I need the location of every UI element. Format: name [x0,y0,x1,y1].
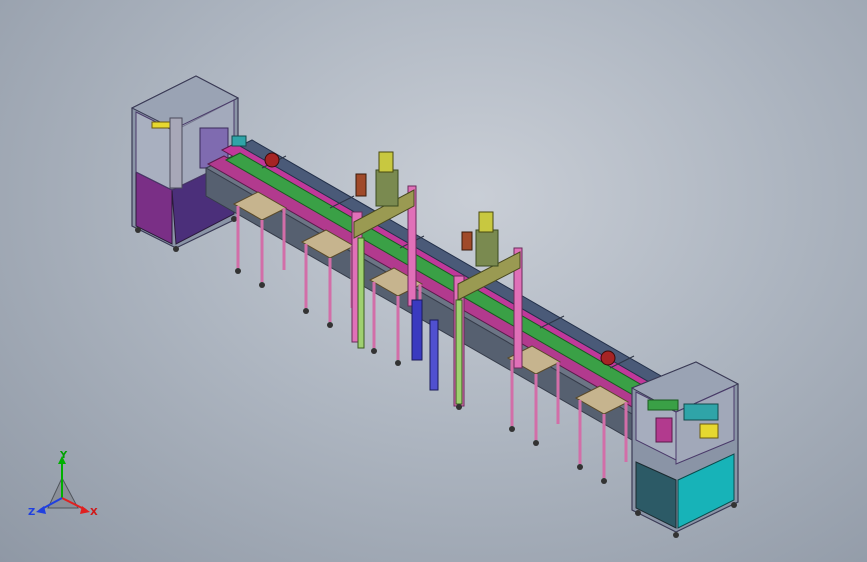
cad-viewport[interactable]: Y X Z [0,0,867,562]
work-table-1[interactable] [232,191,288,288]
rail-front [206,155,652,409]
right-cabinet[interactable] [630,361,740,538]
belt-green [224,152,656,400]
axis-triad[interactable]: Y X Z [28,450,98,518]
work-table-2[interactable] [300,229,356,328]
axis-x-label: X [90,507,98,518]
axis-z-label: Z [28,507,35,518]
axis-y-label: Y [59,450,68,461]
work-table-5[interactable] [574,385,630,484]
rail-back [220,141,666,395]
